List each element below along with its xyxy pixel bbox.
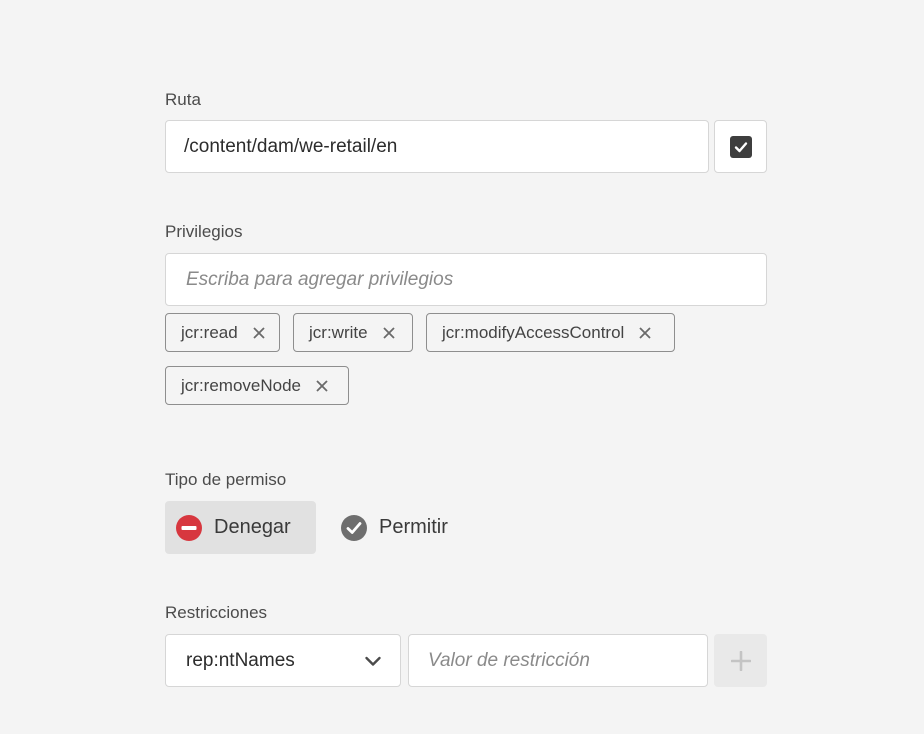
chevron-down-icon (364, 652, 382, 670)
allow-label: Permitir (379, 516, 448, 538)
privilege-tag-write: jcr:write (293, 313, 413, 352)
privilege-tag-read: jcr:read (165, 313, 280, 352)
check-circle-icon (341, 514, 367, 541)
plus-icon (730, 650, 751, 671)
restriction-value-input[interactable]: Valor de restricción (408, 634, 708, 687)
path-checkbox-button[interactable] (714, 120, 767, 173)
path-label: Ruta (165, 90, 201, 109)
permission-type-label: Tipo de permiso (165, 470, 287, 489)
close-icon[interactable] (315, 379, 329, 393)
deny-button[interactable]: Denegar (165, 501, 316, 554)
privilege-tag-label: jcr:modifyAccessControl (442, 322, 625, 342)
restriction-type-value: rep:ntNames (186, 649, 295, 671)
close-icon[interactable] (252, 326, 266, 340)
privileges-input[interactable]: Escriba para agregar privilegios (165, 253, 767, 306)
privilege-tag-remove-node: jcr:removeNode (165, 366, 349, 405)
privileges-label: Privilegios (165, 222, 243, 241)
close-icon[interactable] (382, 326, 396, 340)
privilege-tag-label: jcr:write (309, 322, 368, 342)
restrictions-label: Restricciones (165, 603, 268, 622)
privilege-tag-label: jcr:read (181, 322, 238, 342)
checkmark-icon (729, 135, 752, 158)
deny-label: Denegar (214, 516, 291, 538)
add-restriction-button[interactable] (714, 634, 767, 687)
close-icon[interactable] (638, 326, 652, 340)
allow-button[interactable]: Permitir (330, 501, 480, 554)
restriction-type-select[interactable]: rep:ntNames (165, 634, 401, 687)
privilege-tag-label: jcr:removeNode (181, 375, 301, 395)
minus-circle-icon (176, 514, 202, 541)
privilege-tag-modify-access-control: jcr:modifyAccessControl (426, 313, 675, 352)
path-input[interactable]: /content/dam/we-retail/en (165, 120, 709, 173)
